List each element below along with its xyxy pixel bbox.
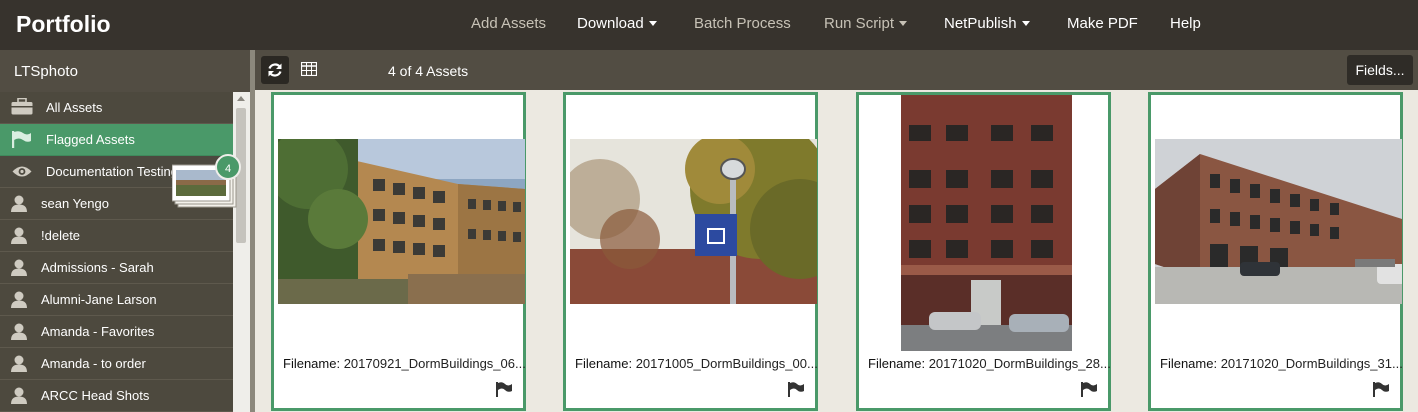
netpublish-menu[interactable]: NetPublish: [944, 15, 1030, 32]
run-script-menu[interactable]: Run Script: [824, 15, 908, 32]
table-icon: [301, 62, 317, 76]
user-icon: [11, 291, 27, 308]
sidebar-item-admissions-sarah[interactable]: Admissions - Sarah: [0, 252, 233, 284]
sidebar-item-arcc-head-shots[interactable]: ARCC Head Shots: [0, 380, 233, 412]
eye-icon: [12, 166, 32, 177]
filename-label: Filename:: [1160, 356, 1218, 371]
asset-count: 4 of 4 Assets: [388, 63, 469, 79]
user-icon: [11, 355, 27, 372]
sidebar-item-label: Alumni-Jane Larson: [41, 292, 157, 307]
scroll-up-arrow-icon[interactable]: [237, 96, 245, 101]
asset-filename: Filename: 20170921_DormBuildings_06...: [283, 356, 526, 371]
add-assets-button[interactable]: Add Assets: [471, 15, 546, 32]
asset-thumbnail[interactable]: [278, 139, 525, 304]
asset-thumbnail[interactable]: [901, 95, 1072, 351]
sidebar-item-flagged-assets[interactable]: Flagged Assets: [0, 124, 233, 156]
sidebar-item-all-assets[interactable]: All Assets: [0, 92, 233, 124]
asset-toolbar: 4 of 4 Assets Fields...: [255, 50, 1418, 90]
user-icon: [11, 387, 27, 404]
make-pdf-button[interactable]: Make PDF: [1067, 15, 1138, 32]
refresh-icon: [268, 63, 282, 77]
sidebar-item-label: Flagged Assets: [46, 132, 135, 147]
library-name[interactable]: LTSphoto: [14, 63, 78, 80]
asset-card[interactable]: Filename: 20170921_DormBuildings_06...: [271, 92, 526, 411]
sidebar-item-alumni-jane-larson[interactable]: Alumni-Jane Larson: [0, 284, 233, 316]
sidebar-item-label: Amanda - Favorites: [41, 324, 155, 339]
filename-value: 20171005_DormBuildings_00...: [635, 356, 818, 371]
flag-icon[interactable]: [788, 382, 805, 397]
batch-process-button[interactable]: Batch Process: [694, 15, 791, 32]
chevron-down-icon: [1021, 21, 1030, 26]
filename-value: 20170921_DormBuildings_06...: [343, 356, 526, 371]
fields-button[interactable]: Fields...: [1347, 55, 1413, 85]
netpublish-label: NetPublish: [944, 15, 1017, 32]
user-icon: [11, 323, 27, 340]
download-label: Download: [577, 15, 644, 32]
filename-label: Filename:: [283, 356, 341, 371]
sidebar-item-label: All Assets: [46, 100, 103, 115]
sidebar-item-amanda-favorites[interactable]: Amanda - Favorites: [0, 316, 233, 348]
sidebar-item-amanda-to-order[interactable]: Amanda - to order: [0, 348, 233, 380]
sidebar-item-label: !delete: [41, 228, 81, 243]
sidebar-item-label: sean Yengo: [41, 196, 109, 211]
asset-thumbnail[interactable]: [570, 139, 817, 304]
drag-count-badge: 4: [215, 154, 241, 180]
asset-filename: Filename: 20171020_DormBuildings_31...: [1160, 356, 1403, 371]
refresh-button[interactable]: [261, 56, 289, 84]
chevron-down-icon: [899, 21, 908, 26]
asset-card[interactable]: Filename: 20171020_DormBuildings_28...: [856, 92, 1111, 411]
flag-icon: [12, 131, 31, 148]
filename-label: Filename:: [575, 356, 633, 371]
sidebar-item-label: Admissions - Sarah: [41, 260, 154, 275]
user-icon: [11, 227, 27, 244]
filename-value: 20171020_DormBuildings_28...: [928, 356, 1111, 371]
run-script-label: Run Script: [824, 15, 895, 32]
chevron-down-icon: [648, 21, 657, 26]
flag-icon[interactable]: [496, 382, 513, 397]
grid-view-button[interactable]: [295, 56, 323, 84]
app-brand[interactable]: Portfolio: [16, 11, 111, 38]
sidebar-item-label: Amanda - to order: [41, 356, 146, 371]
user-icon: [11, 259, 27, 276]
pane-divider[interactable]: [250, 50, 255, 412]
asset-thumbnail[interactable]: [1155, 139, 1402, 304]
gallery-sidebar: All Assets Flagged Assets Documentation …: [0, 92, 233, 412]
filename-value: 20171020_DormBuildings_31...: [1220, 356, 1403, 371]
asset-filename: Filename: 20171020_DormBuildings_28...: [868, 356, 1111, 371]
library-header: LTSphoto: [0, 50, 250, 92]
flag-icon[interactable]: [1081, 382, 1098, 397]
help-button[interactable]: Help: [1170, 15, 1201, 32]
asset-card[interactable]: Filename: 20171005_DormBuildings_00...: [563, 92, 818, 411]
sidebar-item-label: ARCC Head Shots: [41, 388, 150, 403]
download-menu[interactable]: Download: [577, 15, 657, 32]
sidebar-item-delete[interactable]: !delete: [0, 220, 233, 252]
briefcase-icon: [11, 98, 33, 115]
asset-card[interactable]: Filename: 20171020_DormBuildings_31...: [1148, 92, 1403, 411]
top-navigation-bar: Portfolio Add Assets Download Batch Proc…: [0, 0, 1418, 50]
asset-filename: Filename: 20171005_DormBuildings_00...: [575, 356, 818, 371]
user-icon: [11, 195, 27, 212]
filename-label: Filename:: [868, 356, 926, 371]
flag-icon[interactable]: [1373, 382, 1390, 397]
